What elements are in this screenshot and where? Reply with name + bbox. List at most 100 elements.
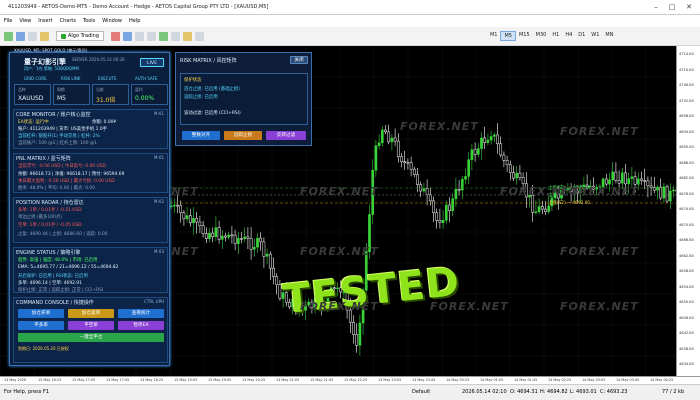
price-tick: 4670.80 — [679, 222, 694, 227]
profile-name[interactable]: Default — [412, 389, 430, 395]
new-chart-icon[interactable] — [110, 31, 120, 41]
timeframe-w1[interactable]: W1 — [588, 31, 602, 41]
view-stats-button[interactable]: 查看统计 — [118, 309, 164, 318]
candle-body — [656, 186, 659, 191]
add-buy-button[interactable]: 加仓买单 — [18, 309, 64, 318]
menu-item-insert[interactable]: Insert — [38, 18, 52, 24]
line-icon[interactable] — [170, 31, 180, 41]
candle-body — [633, 176, 637, 185]
candle-body — [182, 212, 186, 220]
price-axis[interactable]: 4714.80 4710.80 4706.80 4702.80 4698.80 4694.… — [676, 46, 700, 376]
live-badge: LIVE — [140, 58, 164, 67]
menu-item-view[interactable]: View — [19, 18, 31, 24]
candle-body — [265, 253, 269, 257]
zoom-in-icon[interactable] — [134, 31, 144, 41]
pause-ea-button[interactable]: 暂停EA — [118, 321, 164, 330]
timeframe-h1[interactable]: H1 — [549, 31, 562, 41]
candle-body — [499, 143, 503, 156]
pnl-l1: 当前浮亏: -0.56 USD | 今日盈亏: 0.00 USD — [18, 164, 106, 169]
core-monitor-section: CORE MONITOR / 账户核心监控 M-01 EA状态: 运行中 余额:… — [13, 109, 168, 149]
trailing-stop-button[interactable]: 追踪止损 — [224, 131, 262, 140]
watermark: FOREX.NET — [560, 245, 639, 258]
core-l4: 当前账户: 100 @1 | 杠杆上限: 100 @1 — [18, 141, 98, 146]
candle-body — [435, 212, 439, 221]
price-tick: 4678.80 — [679, 191, 694, 196]
risk-toggle-button[interactable]: 关闭 — [290, 56, 308, 64]
close-long-button[interactable]: 平多单 — [18, 321, 64, 330]
indicators-icon[interactable] — [182, 31, 192, 41]
timeframe-m15[interactable]: M15 — [516, 31, 533, 41]
close-all-button[interactable]: 一键全平仓 — [18, 333, 164, 342]
risk-l2: 追踪止损: 已启用 — [184, 95, 218, 100]
position-l5: 止盈: 4690.44 | 止损: 4686.60 | 追踪: 0.00 — [18, 232, 108, 237]
risk-matrix-panel: RISK MATRIX / 风控矩阵 关闭 保护状态 首仓止损: 已启用 (基础… — [175, 52, 312, 146]
time-tick: 13 May 23:45 — [412, 378, 436, 382]
core-l2: 账户: 411203949 | 货币: US美金手机 1.0手 — [18, 127, 108, 132]
candle-body — [230, 234, 234, 237]
algo-trading-label: Algo Trading — [68, 33, 99, 39]
menu-item-window[interactable]: Window — [102, 18, 122, 24]
profiles-icon[interactable] — [16, 31, 25, 41]
zoom-out-icon[interactable] — [146, 31, 156, 41]
menu-item-tools[interactable]: Tools — [83, 18, 95, 24]
maximize-icon[interactable]: □ — [666, 2, 678, 13]
reversal-filter-button[interactable]: 反转过滤 — [266, 131, 306, 140]
candle-body — [448, 204, 451, 211]
templates-icon[interactable] — [194, 31, 204, 41]
flag-auth-safe: AUTH SAFE — [135, 76, 158, 81]
price-tick: 4634.80 — [679, 362, 694, 366]
candle-body — [380, 129, 384, 144]
core-l3: 当前杠杆: 银股开(1) 手动交易 | 杠杆: 2% — [18, 134, 100, 139]
candle-body — [502, 154, 506, 161]
candle-body — [227, 234, 231, 238]
align-button[interactable]: 整数对齐 — [182, 131, 220, 140]
time-tick: 14 May 01:45 — [514, 378, 538, 382]
candle-body — [185, 215, 189, 220]
candle-body — [608, 179, 611, 185]
time-axis[interactable]: 13 May 2026 13 May 16:25 13 May 17:05 13 Ma… — [0, 376, 700, 384]
timeframe-m1[interactable]: M1 — [487, 31, 501, 41]
candle-body — [630, 176, 634, 179]
candle-body — [492, 134, 496, 137]
candle-body — [544, 208, 547, 212]
candle-body — [256, 237, 259, 248]
candle-body — [412, 168, 416, 175]
candle-body — [624, 172, 627, 185]
candles-icon[interactable] — [158, 31, 168, 41]
time-tick: 13 May 17:45 — [106, 378, 130, 382]
add-sell-button[interactable]: 加仓卖单 — [68, 309, 114, 318]
crosshair-icon[interactable] — [122, 31, 132, 41]
navigator-icon[interactable] — [40, 31, 49, 41]
candle-body — [547, 205, 551, 212]
traffic-counter: 77 / 2 kb — [662, 389, 685, 395]
candle-body — [352, 321, 355, 335]
timeframe-d1[interactable]: D1 — [575, 31, 588, 41]
algo-trading-button[interactable]: Algo Trading — [56, 31, 104, 41]
timeframe-m5[interactable]: M5 — [500, 31, 516, 41]
candle-body — [521, 177, 525, 184]
time-tick: 14 May 03:45 — [616, 378, 640, 382]
close-short-button[interactable]: 平空单 — [68, 321, 114, 330]
candle-body — [441, 219, 445, 223]
new-order-icon[interactable] — [4, 31, 13, 41]
position-title: POSITION RADAR / 持仓雷达 — [16, 200, 84, 206]
candle-body — [374, 145, 378, 171]
minimize-icon[interactable]: – — [650, 2, 662, 13]
price-tick: 4642.80 — [679, 331, 694, 335]
timeframe-h4[interactable]: H4 — [562, 31, 575, 41]
close-icon[interactable]: ✕ — [683, 2, 695, 13]
menu-item-charts[interactable]: Charts — [60, 18, 76, 24]
menu-item-help[interactable]: Help — [129, 18, 140, 24]
candle-body — [204, 233, 208, 239]
help-text: For Help, press F1 — [4, 389, 50, 395]
time-tick: 14 May 03:05 — [582, 378, 606, 382]
market-watch-icon[interactable] — [28, 31, 37, 41]
timeframe-m30[interactable]: M30 — [533, 31, 550, 41]
candle-body — [403, 161, 407, 164]
candle-body — [483, 137, 487, 143]
time-tick: 13 May 16:25 — [38, 378, 62, 382]
timeframe-mn[interactable]: MN — [602, 31, 616, 41]
candle-body — [416, 174, 419, 185]
menu-item-file[interactable]: File — [4, 18, 12, 24]
price-tick: 4710.80 — [679, 67, 694, 72]
